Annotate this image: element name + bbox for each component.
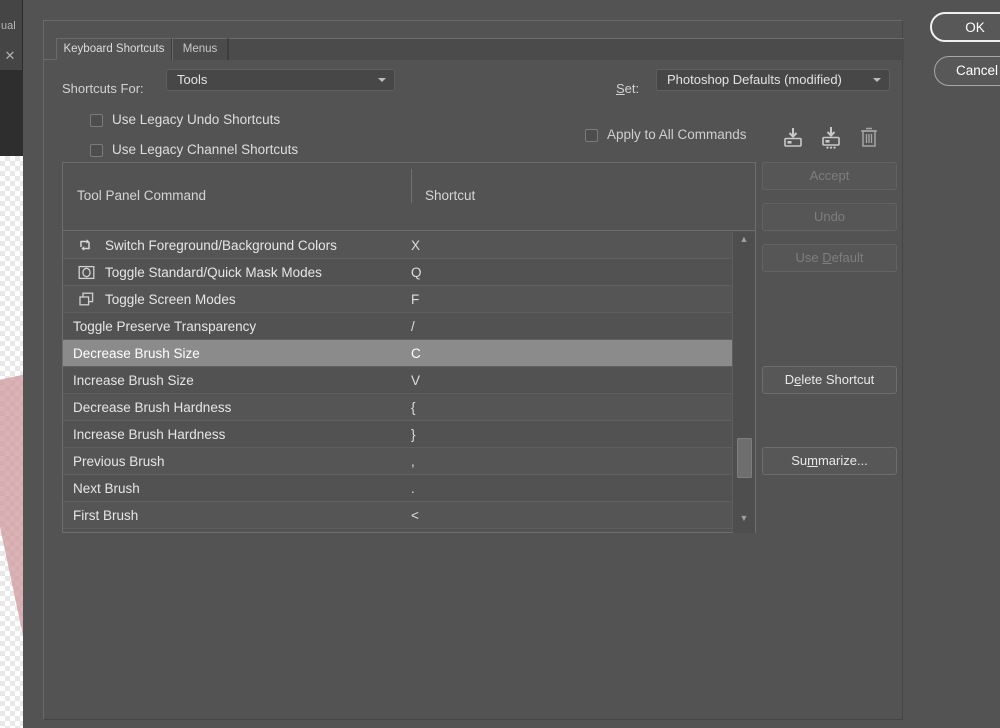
background-panel-tab-label: ual [0,20,23,32]
shortcut-list-rows[interactable]: Switch Foreground/Background Colors X Togg… [63,232,732,533]
shortcut-row[interactable]: Toggle Standard/Quick Mask Modes Q [63,259,732,286]
shortcut-row-key[interactable]: C [411,344,421,363]
checkbox-box[interactable] [90,114,103,127]
shortcut-row[interactable]: Decrease Brush Size C [63,340,732,367]
shortcut-row-command: Increase Brush Hardness [73,425,225,444]
set-value: Photoshop Defaults (modified) [667,72,842,87]
dialog-tabstrip: Keyboard Shortcuts Menus [44,38,904,60]
shortcut-row[interactable]: Previous Brush, [63,448,732,475]
accept-button[interactable]: Accept [762,162,897,190]
shortcut-row[interactable]: Next Brush. [63,475,732,502]
shortcut-row-command: Switch Foreground/Background Colors [105,236,337,255]
switch-foreground-background-icon [77,236,96,255]
set-label: Set: [616,81,639,96]
delete-shortcut-button[interactable]: Delete Shortcut [762,366,897,394]
shortcut-row-key[interactable]: V [411,371,420,390]
shortcut-row-command: Toggle Screen Modes [105,290,236,309]
shortcut-row-key[interactable]: . [411,479,415,498]
close-icon[interactable]: ✕ [2,48,18,64]
shortcuts-for-value: Tools [177,72,207,87]
shortcut-row-command: Next Brush [73,479,140,498]
keyboard-shortcuts-dialog: Keyboard Shortcuts Menus Shortcuts For: … [33,8,1000,726]
chevron-up-icon[interactable]: ▲ [733,234,755,252]
shortcut-row-command: Previous Brush [73,452,165,471]
shortcut-row-key[interactable]: , [411,452,415,471]
shortcut-row-command: Toggle Preserve Transparency [73,317,256,336]
shortcut-row-key[interactable]: F [411,290,419,309]
list-header: Tool Panel Command Shortcut [63,163,755,231]
canvas-transparency-area [0,156,23,728]
checkbox-label: Use Legacy Undo Shortcuts [112,112,280,127]
shortcuts-for-select[interactable]: Tools [166,69,395,91]
tab-menus[interactable]: Menus [172,38,228,60]
shortcut-row[interactable]: Decrease Brush Hardness { [63,394,732,421]
scrollbar-thumb[interactable] [737,438,752,478]
list-scrollbar[interactable]: ▲ ▼ [732,232,755,533]
undo-button[interactable]: Undo [762,203,897,231]
shortcut-row-command: Decrease Brush Size [73,344,200,363]
shortcut-row-command: Increase Brush Size [73,371,194,390]
screen-modes-icon [77,290,96,309]
checkbox-box[interactable] [585,129,598,142]
chevron-down-icon[interactable]: ▼ [733,513,755,531]
dialog-body: Keyboard Shortcuts Menus Shortcuts For: … [43,20,903,720]
shortcut-row[interactable]: Toggle Preserve Transparency / [63,313,732,340]
quick-mask-icon [77,263,96,282]
column-divider [411,169,412,203]
checkbox-label: Apply to All Commands [607,127,747,142]
shortcut-row[interactable]: Increase Brush Hardness} [63,421,732,448]
tabstrip-filler [228,38,904,60]
shortcuts-for-label: Shortcuts For: [62,81,144,96]
shortcut-row[interactable]: First Brush < [63,502,732,529]
background-divider [23,0,33,728]
shortcut-row-key[interactable]: X [411,236,420,255]
shortcut-list-panel: Tool Panel Command Shortcut Switch Foreg… [62,162,756,533]
delete-set-icon[interactable] [855,123,883,151]
summarize-button[interactable]: Summarize... [762,447,897,475]
background-panel-dark-area [0,70,23,156]
shortcut-row-key[interactable]: < [411,506,419,525]
shortcut-row[interactable]: Switch Foreground/Background Colors X [63,232,732,259]
shortcut-row-command: First Brush [73,506,138,525]
column-header-shortcut: Shortcut [425,188,475,203]
save-set-icon[interactable] [779,123,807,151]
set-select[interactable]: Photoshop Defaults (modified) [656,69,890,91]
save-set-as-icon[interactable] [817,123,845,151]
ok-button[interactable]: OK [930,12,1000,42]
checkbox-box[interactable] [90,144,103,157]
shortcut-row-key[interactable]: } [411,425,416,444]
shortcut-row-command: Decrease Brush Hardness [73,398,231,417]
shortcut-row-command: Toggle Standard/Quick Mask Modes [105,263,322,282]
canvas-artwork-shape [0,367,23,728]
shortcut-row[interactable]: Toggle Screen Modes F [63,286,732,313]
chevron-down-icon [873,78,881,82]
shortcut-row[interactable]: Increase Brush Size V [63,367,732,394]
chevron-down-icon [378,78,386,82]
cancel-button[interactable]: Cancel [934,56,1000,86]
shortcut-row-key[interactable]: Q [411,263,422,282]
shortcut-row-key[interactable]: { [411,398,416,417]
use-default-button[interactable]: Use Default [762,244,897,272]
checkbox-label: Use Legacy Channel Shortcuts [112,142,298,157]
shortcut-row-key[interactable]: / [411,317,415,336]
tab-keyboard-shortcuts[interactable]: Keyboard Shortcuts [56,38,172,60]
background-panel-strip: ual ✕ [0,0,23,156]
column-header-command: Tool Panel Command [77,188,206,203]
